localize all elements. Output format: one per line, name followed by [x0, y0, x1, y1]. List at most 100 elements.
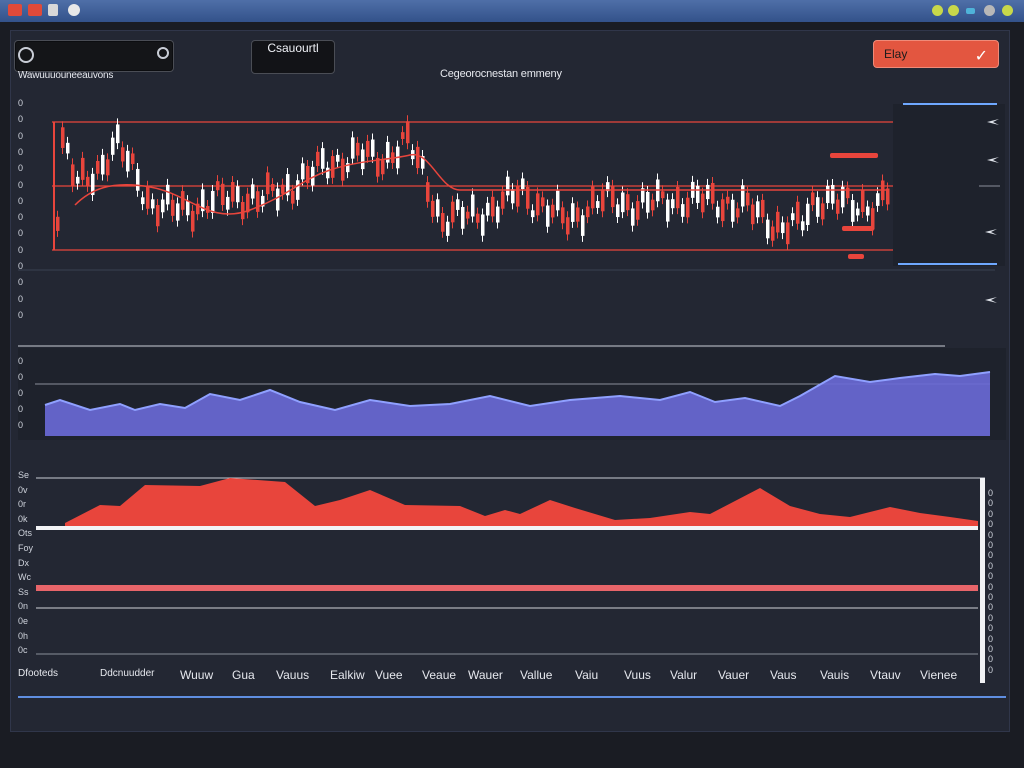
candle-body: [446, 221, 450, 236]
axis-tick-label: 0: [18, 114, 24, 125]
candle-body: [256, 191, 260, 212]
candle-body: [96, 160, 100, 174]
candle-body: [631, 208, 635, 226]
candle-body: [556, 190, 560, 211]
candle-body: [451, 201, 455, 223]
candle-body: [566, 217, 570, 235]
price-marker: [830, 153, 878, 158]
axis-tick-label: 0: [988, 664, 994, 675]
axis-tick-label: Ots: [18, 528, 33, 539]
candle-body: [331, 156, 335, 178]
x-axis-label: Ddcnuudder: [100, 668, 155, 679]
candle-body: [851, 200, 855, 222]
candle-body: [711, 182, 715, 204]
candle-body: [296, 180, 300, 200]
axis-tick-label: 0: [18, 98, 24, 108]
candle-body: [811, 192, 815, 206]
candle-body: [701, 193, 705, 213]
axis-tick-label: 0r: [18, 499, 27, 510]
candle-body: [71, 164, 75, 187]
axis-tick-label: 0: [988, 488, 994, 498]
axis-tick-label: 0v: [18, 484, 28, 495]
axis-tick-label: Dx: [18, 557, 29, 568]
candle-body: [521, 178, 525, 190]
candle-body: [581, 215, 585, 236]
candle-body: [106, 159, 110, 176]
axis-tick-label: 0: [18, 228, 24, 239]
candle-body: [716, 206, 720, 218]
candle-body: [476, 213, 480, 223]
candle-body: [836, 199, 840, 214]
candle-body: [231, 182, 235, 202]
x-axis-label: Vaus: [770, 668, 797, 682]
candle-body: [586, 206, 590, 218]
candle-body: [111, 137, 115, 155]
candle-body: [316, 151, 320, 166]
candle-body: [886, 188, 890, 205]
candle-body: [531, 210, 535, 218]
candle-body: [456, 199, 460, 210]
candle-body: [776, 211, 780, 233]
candle-body: [741, 185, 745, 207]
x-axis-label: Valur: [670, 668, 698, 682]
x-axis-label: Vienee: [920, 668, 958, 682]
candle-body: [846, 187, 850, 199]
candle-body: [366, 140, 370, 157]
candle-body: [736, 208, 740, 218]
x-axis-label: Vauus: [276, 668, 310, 682]
candle-body: [126, 150, 130, 172]
candle-body: [791, 213, 795, 221]
vertical-scrollbar: [980, 478, 985, 683]
candle-body: [696, 185, 700, 203]
axis-tick-label: 0: [18, 388, 24, 398]
candle-body: [276, 188, 280, 211]
candle-body: [336, 154, 340, 162]
candle-body: [371, 139, 375, 157]
candle-body: [161, 199, 165, 213]
candle-body: [181, 191, 185, 210]
candle-body: [301, 163, 305, 180]
candle-body: [596, 201, 600, 208]
candle-body: [121, 147, 125, 162]
baseline-bar: [36, 526, 978, 530]
axis-tick-label: 0: [988, 540, 994, 550]
price-charts[interactable]: [0, 0, 1024, 768]
axis-tick-label: 0: [18, 163, 24, 174]
candle-body: [431, 200, 435, 217]
candle-body: [761, 199, 765, 218]
candle-body: [171, 199, 175, 216]
candle-body: [471, 194, 475, 217]
candle-body: [686, 197, 690, 218]
axis-tick-label: Ss: [18, 586, 29, 597]
axis-tick-label: 0: [988, 623, 994, 634]
candle-body: [651, 199, 655, 211]
candle-body: [826, 185, 830, 204]
candle-body: [66, 142, 70, 154]
candle-body: [56, 216, 60, 231]
axis-tick-label: 0: [988, 654, 994, 665]
arrow-icon: [985, 297, 997, 303]
candle-body: [646, 191, 650, 213]
axis-tick-label: Se: [18, 470, 30, 480]
candle-body: [466, 211, 470, 219]
axis-tick-label: 0: [988, 571, 994, 582]
axis-tick-label: 0: [18, 293, 24, 304]
x-axis-label: Vauer: [718, 668, 750, 682]
axis-tick-label: 0h: [18, 630, 29, 641]
candle-body: [831, 184, 835, 204]
candle-body: [801, 221, 805, 231]
candle-body: [156, 205, 160, 227]
candle-body: [76, 176, 80, 184]
x-axis-label: Gua: [232, 668, 255, 682]
candle-body: [511, 189, 515, 204]
x-axis-label: Vallue: [520, 668, 553, 682]
candle-body: [601, 189, 605, 212]
axis-tick-label: 0: [18, 404, 24, 414]
x-axis-label: Dfooteds: [18, 668, 59, 679]
candle-body: [561, 207, 565, 224]
candle-body: [501, 191, 505, 209]
axis-tick-label: Foy: [18, 543, 34, 553]
axis-tick-label: 0: [988, 633, 994, 644]
candle-body: [786, 222, 790, 245]
axis-tick-label: 0: [988, 550, 994, 561]
